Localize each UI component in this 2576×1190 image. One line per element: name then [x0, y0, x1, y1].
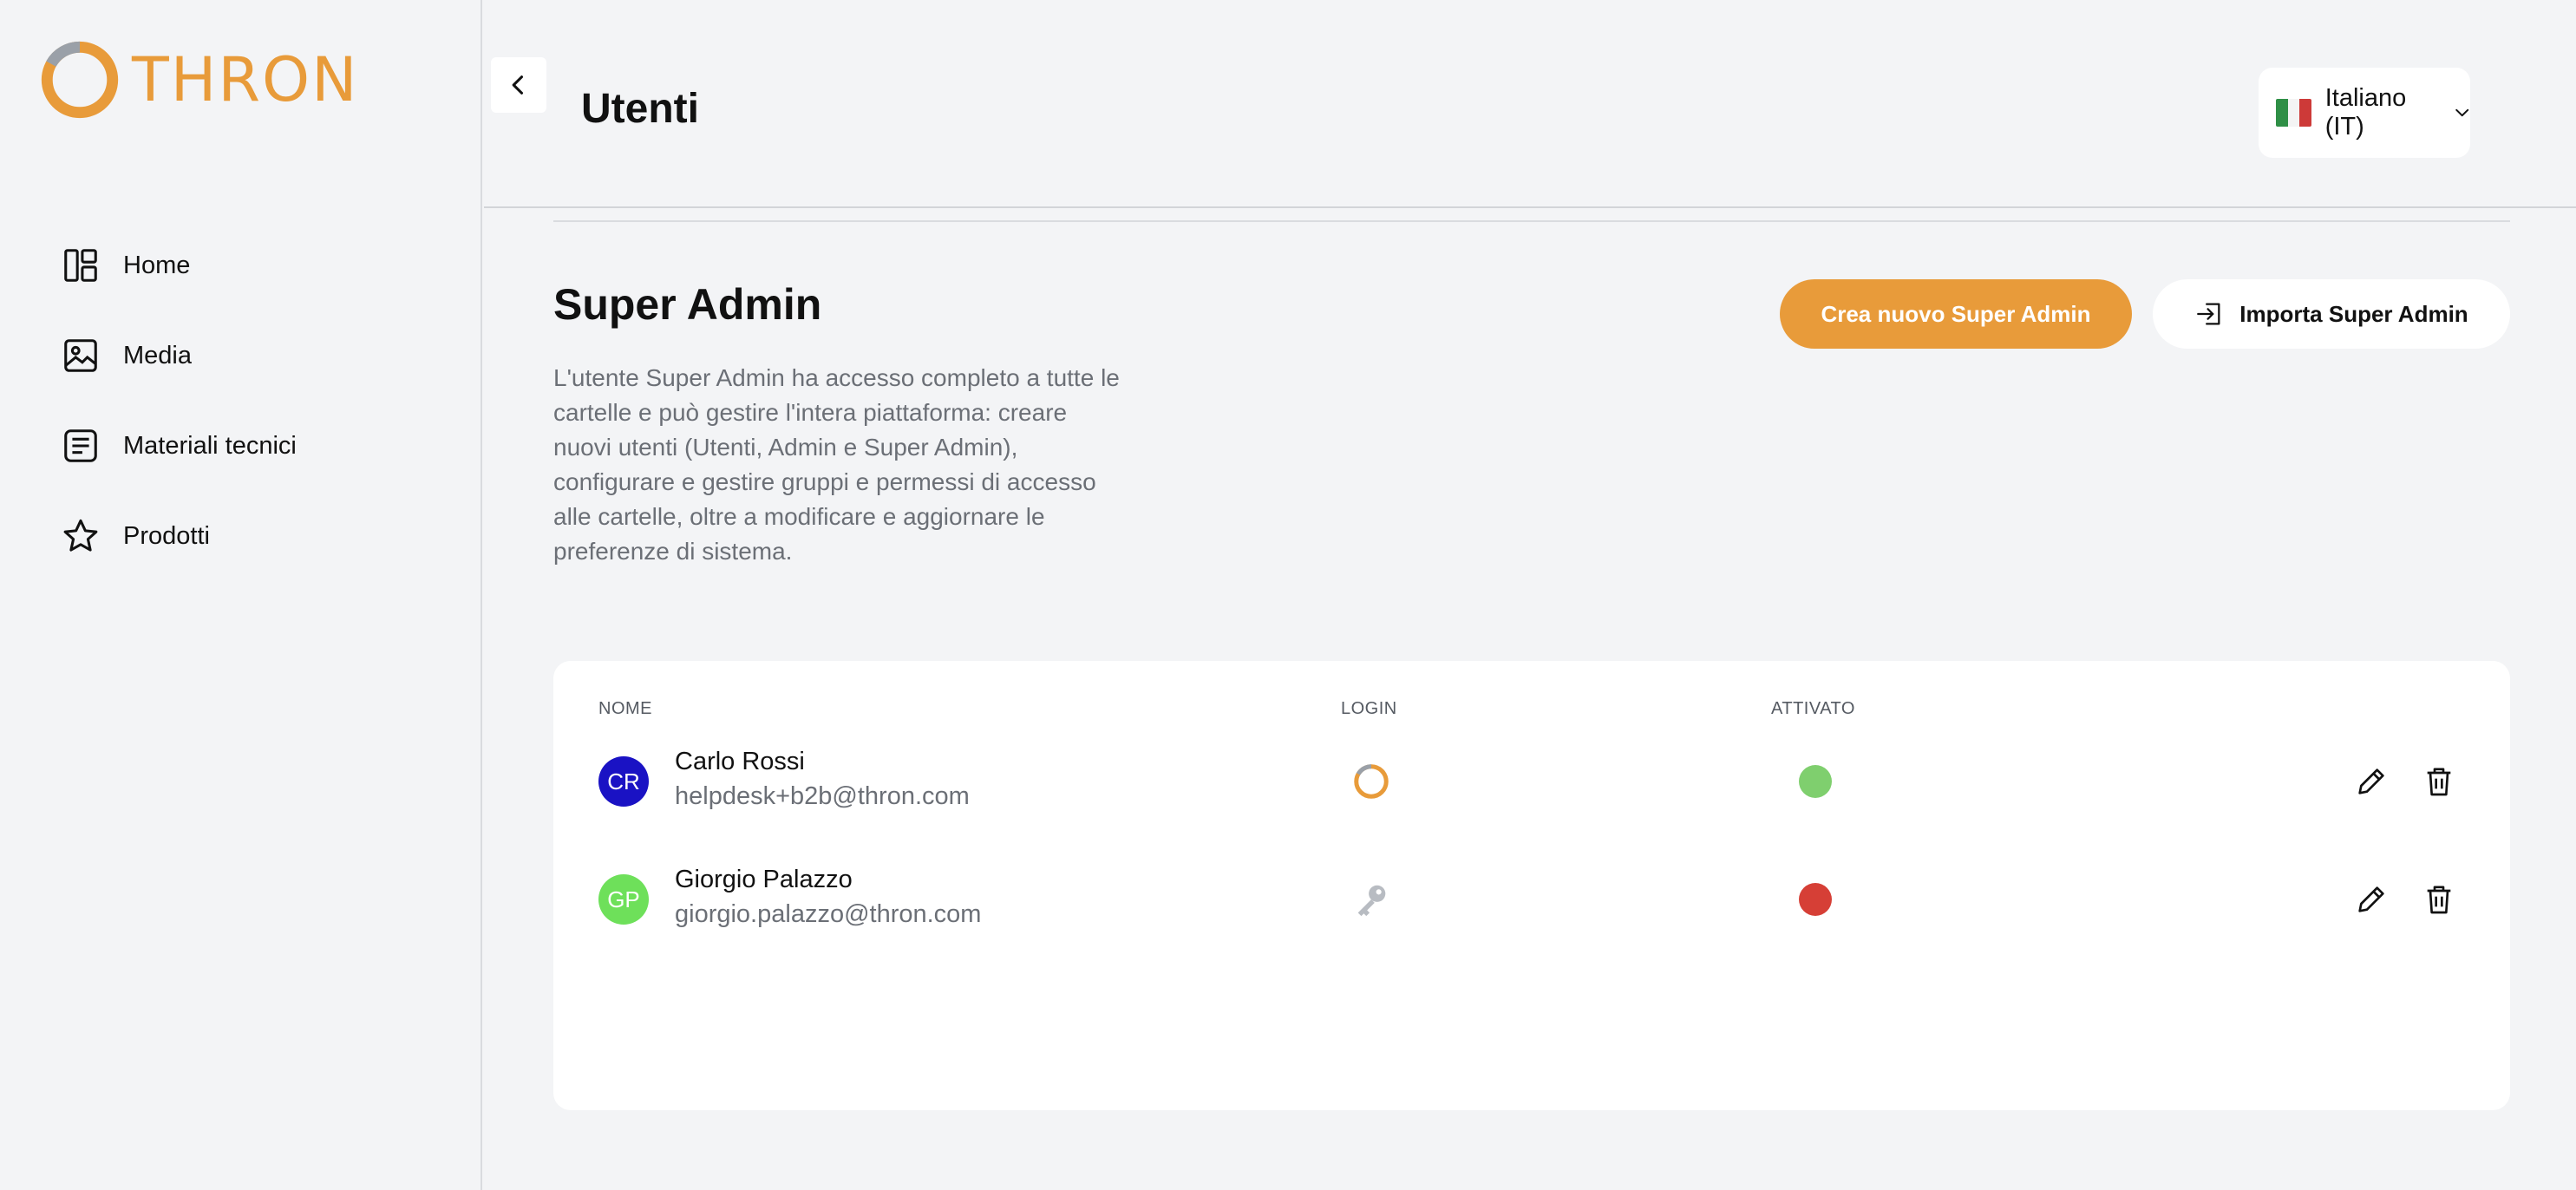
avatar: CR — [598, 756, 649, 807]
import-button-label: Importa Super Admin — [2239, 300, 2468, 327]
create-super-admin-button[interactable]: Crea nuovo Super Admin — [1780, 279, 2132, 349]
sidebar-item-media[interactable]: Media — [61, 311, 460, 401]
thron-logo[interactable]: THRON — [40, 40, 359, 120]
sidebar: THRON Home Media Materiali tecnici Prodo… — [0, 0, 482, 1190]
trash-icon — [2427, 768, 2451, 796]
super-admin-table: NOME LOGIN ATTIVATO CR Carlo Rossi helpd… — [553, 661, 2510, 1110]
language-label: Italiano (IT) — [2324, 84, 2407, 141]
logo-text: THRON — [132, 44, 359, 115]
italy-flag-icon — [2276, 99, 2311, 127]
sidebar-item-materiali-tecnici[interactable]: Materiali tecnici — [61, 401, 460, 491]
language-selector[interactable]: Italiano (IT) — [2259, 68, 2470, 158]
chevron-down-icon — [2455, 108, 2468, 117]
user-name: Carlo Rossi — [675, 748, 805, 775]
star-icon — [63, 519, 98, 552]
column-header-name: NOME — [598, 699, 652, 718]
thron-logo-ring-icon — [41, 41, 119, 119]
delete-button[interactable] — [2422, 764, 2456, 799]
sidebar-item-label: Prodotti — [123, 521, 210, 550]
edit-button[interactable] — [2354, 764, 2389, 799]
collapse-sidebar-button[interactable] — [491, 57, 546, 113]
content-divider — [553, 220, 2510, 222]
activated-status-dot — [1799, 883, 1832, 916]
section-description: L'utente Super Admin ha accesso completo… — [553, 364, 1120, 565]
sidebar-item-label: Home — [123, 251, 191, 279]
key-icon — [1357, 885, 1386, 917]
edit-button[interactable] — [2354, 882, 2389, 917]
loading-ring-icon — [1354, 764, 1389, 799]
login-status — [1351, 879, 1391, 919]
section-title: Super Admin — [553, 280, 822, 329]
trash-icon — [2427, 886, 2451, 914]
app-root: THRON Home Media Materiali tecnici Prodo… — [0, 0, 2576, 1190]
pencil-icon — [2358, 886, 2384, 912]
sidebar-item-home[interactable]: Home — [61, 220, 460, 311]
sidebar-item-label: Media — [123, 341, 192, 369]
header-divider — [484, 206, 2576, 208]
user-email: helpdesk+b2b@thron.com — [675, 782, 970, 810]
document-icon — [64, 429, 97, 462]
user-name: Giorgio Palazzo — [675, 866, 853, 893]
image-icon — [64, 339, 97, 372]
import-icon — [2197, 303, 2220, 325]
login-status — [1351, 762, 1391, 801]
column-header-login: LOGIN — [1341, 699, 1397, 718]
table-row[interactable]: CR Carlo Rossi helpdesk+b2b@thron.com — [553, 730, 2510, 834]
import-super-admin-button[interactable]: Importa Super Admin — [2153, 279, 2510, 349]
page-title: Utenti — [581, 86, 699, 132]
pencil-icon — [2358, 768, 2384, 794]
sidebar-nav: Home Media Materiali tecnici Prodotti — [61, 220, 460, 581]
activated-status-dot — [1799, 765, 1832, 798]
column-header-activated: ATTIVATO — [1771, 699, 1855, 718]
dashboard-icon — [64, 249, 97, 282]
sidebar-item-prodotti[interactable]: Prodotti — [61, 491, 460, 581]
sidebar-item-label: Materiali tecnici — [123, 431, 297, 460]
table-row[interactable]: GP Giorgio Palazzo giorgio.palazzo@thron… — [553, 848, 2510, 952]
user-email: giorgio.palazzo@thron.com — [675, 900, 982, 928]
avatar: GP — [598, 874, 649, 925]
chevron-left-icon — [512, 75, 524, 95]
delete-button[interactable] — [2422, 882, 2456, 917]
